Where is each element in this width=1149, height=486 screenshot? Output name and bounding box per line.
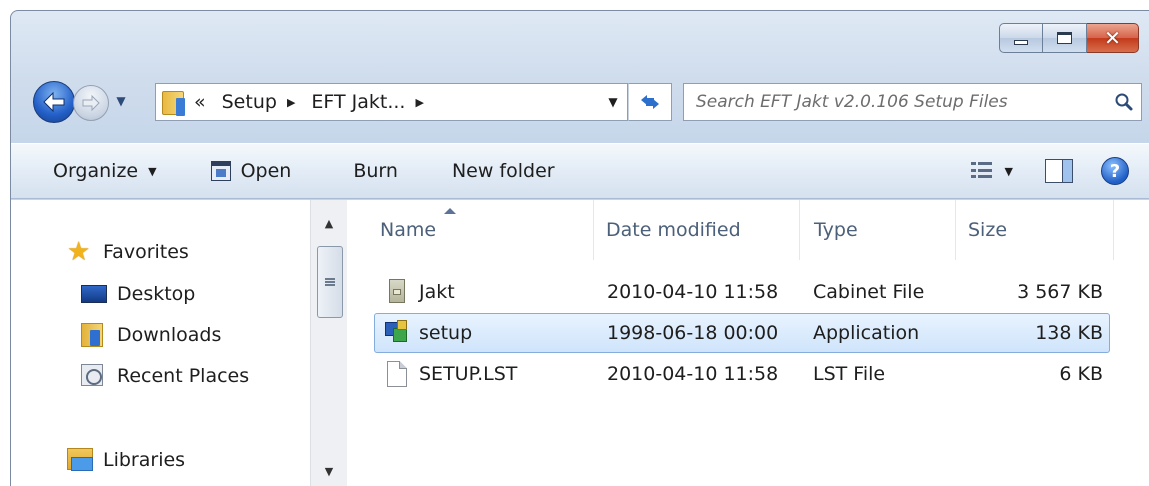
back-button[interactable]: [33, 81, 75, 123]
view-options-chevron-down-icon[interactable]: ▼: [1005, 165, 1013, 178]
column-headers: Name Date modified Type Size: [348, 200, 1149, 260]
text-file-icon: [387, 361, 407, 387]
nav-item-recent-places[interactable]: Recent Places: [81, 364, 249, 388]
open-window-icon: [210, 161, 231, 181]
file-list: Name Date modified Type Size Jakt 2010-0…: [348, 200, 1149, 486]
chevron-down-icon: ▼: [148, 164, 157, 178]
table-row[interactable]: Jakt 2010-04-10 11:58 Cabinet File 3 567…: [374, 272, 1110, 312]
content-area: ★ Favorites Desktop Downloads Recent Pla…: [11, 200, 1149, 486]
burn-button[interactable]: Burn: [339, 144, 412, 198]
command-bar-right: ▼ ?: [970, 144, 1149, 198]
new-folder-button[interactable]: New folder: [438, 144, 569, 198]
open-button[interactable]: Open: [197, 144, 306, 198]
grip-icon: [325, 278, 335, 286]
cabinet-file-icon: [389, 279, 405, 303]
scroll-down-arrow-icon[interactable]: ▼: [311, 456, 347, 486]
file-type: Cabinet File: [813, 281, 925, 303]
file-name: Jakt: [419, 281, 455, 303]
table-row[interactable]: SETUP.LST 2010-04-10 11:58 LST File 6 KB: [374, 354, 1110, 394]
sort-ascending-icon: [444, 208, 456, 214]
address-overflow[interactable]: «: [186, 91, 214, 113]
back-arrow-icon: [43, 91, 65, 113]
application-icon: [385, 320, 409, 344]
command-bar: Organize ▼ Open Burn New folder ▼ ?: [11, 143, 1149, 199]
close-button[interactable]: ✕: [1087, 23, 1139, 53]
file-size: 3 567 KB: [1017, 281, 1103, 303]
libraries-icon: [67, 448, 93, 471]
close-icon: ✕: [1104, 26, 1121, 50]
table-row[interactable]: setup 1998-06-18 00:00 Application 138 K…: [374, 313, 1110, 353]
refresh-button[interactable]: [628, 83, 672, 121]
maximize-icon: [1057, 32, 1072, 44]
caption-buttons: ✕: [999, 23, 1139, 53]
column-header-type[interactable]: Type: [800, 200, 956, 260]
file-date: 1998-06-18 00:00: [607, 322, 779, 344]
nav-item-libraries[interactable]: Libraries: [67, 448, 185, 472]
folder-icon: [162, 88, 186, 116]
file-type: LST File: [813, 363, 886, 385]
recent-places-icon: [81, 364, 103, 386]
downloads-folder-icon: [81, 323, 103, 347]
nav-item-downloads[interactable]: Downloads: [81, 323, 221, 347]
nav-item-favorites[interactable]: ★ Favorites: [67, 237, 189, 267]
chevron-right-icon[interactable]: ▶: [415, 96, 423, 109]
column-header-size[interactable]: Size: [956, 200, 1114, 260]
organize-button[interactable]: Organize ▼: [11, 144, 171, 198]
preview-pane-icon[interactable]: [1045, 159, 1073, 183]
column-header-name[interactable]: Name: [348, 200, 594, 260]
star-icon: ★: [67, 237, 91, 267]
explorer-window: ✕ ▼ « Setup ▶ EFT Jakt... ▶ ▼ Search EFT…: [10, 10, 1149, 486]
minimize-button[interactable]: [999, 23, 1043, 53]
navigation-pane: ★ Favorites Desktop Downloads Recent Pla…: [11, 200, 347, 486]
file-date: 2010-04-10 11:58: [607, 363, 779, 385]
forward-arrow-icon: [82, 94, 100, 112]
search-input[interactable]: [684, 92, 1107, 112]
address-segment-eft-jakt[interactable]: EFT Jakt... ▶: [303, 91, 432, 113]
nav-item-desktop[interactable]: Desktop: [81, 282, 195, 306]
file-type: Application: [813, 322, 920, 344]
navigation-bar: ▼ « Setup ▶ EFT Jakt... ▶ ▼: [33, 81, 1149, 123]
address-bar[interactable]: « Setup ▶ EFT Jakt... ▶ ▼: [155, 83, 628, 121]
recent-pages-chevron-down-icon[interactable]: ▼: [113, 91, 129, 111]
search-box[interactable]: [683, 83, 1142, 121]
minimize-icon: [1014, 39, 1028, 45]
scroll-up-arrow-icon[interactable]: ▲: [311, 208, 347, 238]
address-segment-setup[interactable]: Setup ▶: [214, 91, 304, 113]
forward-button[interactable]: [73, 85, 109, 121]
desktop-icon: [81, 285, 107, 303]
help-icon[interactable]: ?: [1101, 157, 1129, 185]
search-icon[interactable]: [1107, 92, 1141, 112]
file-name: SETUP.LST: [419, 363, 518, 385]
navigation-scrollbar[interactable]: ▲ ▼: [310, 200, 347, 486]
change-view-icon[interactable]: [970, 162, 993, 180]
address-dropdown-chevron-down-icon[interactable]: ▼: [599, 95, 627, 109]
file-date: 2010-04-10 11:58: [607, 281, 779, 303]
refresh-icon: [641, 95, 659, 109]
maximize-button[interactable]: [1043, 23, 1087, 53]
file-name: setup: [419, 322, 473, 344]
file-size: 6 KB: [1059, 363, 1103, 385]
chevron-right-icon[interactable]: ▶: [287, 96, 295, 109]
scrollbar-thumb[interactable]: [317, 246, 343, 318]
file-size: 138 KB: [1035, 322, 1103, 344]
column-header-date[interactable]: Date modified: [594, 200, 800, 260]
